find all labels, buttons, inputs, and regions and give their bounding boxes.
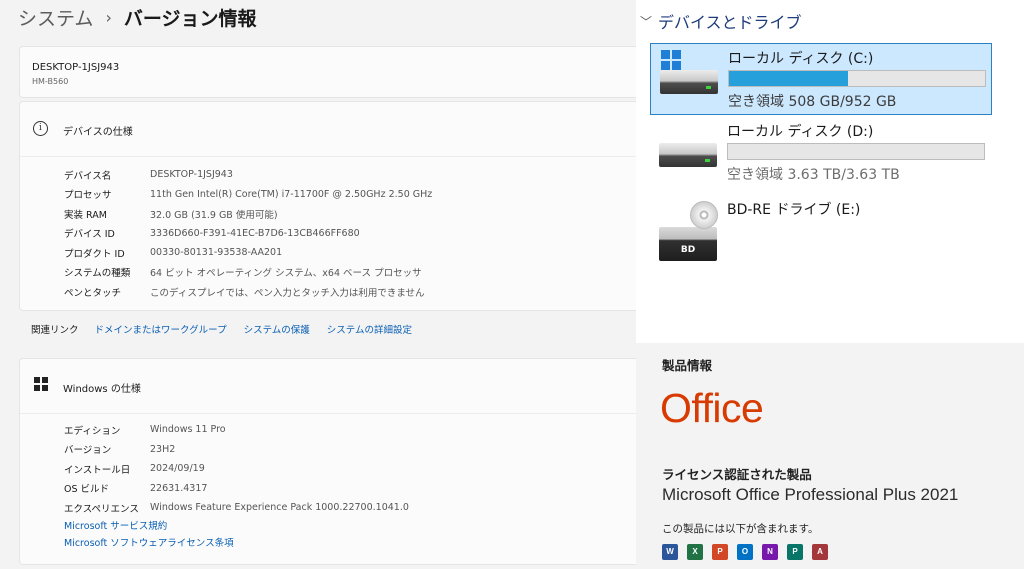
spec-row: 実装 RAM 32.0 GB (31.9 GB 使用可能) — [64, 204, 432, 224]
devices-and-drives-panel: ﹀ デバイスとドライブ ローカル ディスク (C:) 空き領域 508 GB/9… — [636, 0, 1024, 343]
device-spec-header[interactable]: i デバイスの仕様 — [20, 102, 636, 157]
spec-row: プロセッサ 11th Gen Intel(R) Core(TM) i7-11700… — [64, 185, 432, 205]
drive-free-space: 空き領域 508 GB/952 GB — [728, 94, 897, 110]
spec-label: エクスペリエンス — [64, 503, 139, 515]
drive-e[interactable]: BD BD-RE ドライブ (E:) — [650, 195, 992, 267]
spec-row: インストール日 2024/09/19 — [64, 459, 409, 479]
spec-row: エクスペリエンス Windows Feature Experience Pack … — [64, 498, 409, 518]
windows-drive-icon — [661, 50, 681, 70]
drive-name: ローカル ディスク (C:) — [728, 51, 874, 67]
spec-value: このディスプレイでは、ペン入力とタッチ入力は利用できません — [150, 287, 425, 299]
device-spec-title: デバイスの仕様 — [63, 127, 133, 138]
office-product-info-panel: 製品情報 Office ライセンス認証された製品 Microsoft Offic… — [636, 343, 1024, 569]
spec-label: プロダクト ID — [64, 248, 125, 260]
spec-row: ペンとタッチ このディスプレイでは、ペン入力とタッチ入力は利用できません — [64, 282, 432, 302]
product-info-label: 製品情報 — [662, 358, 713, 373]
domain-workgroup-link[interactable]: ドメインまたはワークグループ — [95, 322, 227, 336]
powerpoint-icon: P — [712, 544, 728, 560]
office-product-name: Microsoft Office Professional Plus 2021 — [662, 485, 959, 504]
breadcrumb: システム › バージョン情報 — [18, 4, 256, 30]
microsoft-services-agreement-link[interactable]: Microsoft サービス規約 — [64, 518, 234, 535]
spec-value: 00330-80131-93538-AA201 — [150, 247, 283, 259]
drive-d[interactable]: ローカル ディスク (D:) 空き領域 3.63 TB/3.63 TB — [650, 117, 992, 189]
spec-label: システムの種類 — [64, 268, 131, 280]
spec-label: エディション — [64, 425, 121, 437]
advanced-system-settings-link[interactable]: システムの詳細設定 — [327, 322, 412, 336]
hard-drive-icon — [659, 143, 717, 167]
access-icon: A — [812, 544, 828, 560]
includes-label: この製品には以下が含まれます。 — [662, 523, 819, 535]
windows-spec-rows: エディション Windows 11 Pro バージョン 23H2 インストール日 20… — [64, 420, 409, 518]
bd-badge: BD — [680, 245, 696, 255]
device-name: DESKTOP-1JSJ943 — [32, 62, 120, 73]
chevron-down-icon: ﹀ — [640, 14, 653, 29]
spec-value: 3336D660-F391-41EC-B7D6-13CB466FF680 — [150, 227, 360, 239]
drive-c[interactable]: ローカル ディスク (C:) 空き領域 508 GB/952 GB — [650, 43, 992, 115]
devices-drives-header[interactable]: ﹀ デバイスとドライブ — [640, 9, 802, 33]
windows-logo-icon — [34, 377, 48, 391]
word-icon: W — [662, 544, 678, 560]
licensed-product-label: ライセンス認証された製品 — [662, 467, 812, 482]
spec-label: ペンとタッチ — [64, 287, 122, 299]
spec-value: 32.0 GB (31.9 GB 使用可能) — [150, 209, 278, 221]
spec-value: 11th Gen Intel(R) Core(TM) i7-11700F @ 2… — [150, 188, 433, 200]
spec-label: デバイス名 — [64, 170, 112, 182]
device-name-card: DESKTOP-1JSJ943 HM-B560 — [19, 46, 636, 98]
spec-value: 22631.4317 — [150, 482, 208, 494]
windows-spec-header[interactable]: Windows の仕様 — [20, 359, 636, 414]
settings-about-panel: システム › バージョン情報 DESKTOP-1JSJ943 HM-B560 i… — [0, 0, 636, 569]
breadcrumb-system[interactable]: システム — [18, 4, 93, 31]
windows-spec-card: Windows の仕様 エディション Windows 11 Pro バージョン 23… — [19, 358, 636, 565]
spec-row: システムの種類 64 ビット オペレーティング システム、x64 ベース プロセッ… — [64, 263, 432, 283]
spec-label: 実装 RAM — [64, 209, 107, 221]
office-apps-list: WXPONPA — [662, 544, 837, 560]
drive-name: BD-RE ドライブ (E:) — [727, 202, 861, 218]
devices-drives-title: デバイスとドライブ — [658, 13, 802, 32]
spec-label: OS ビルド — [64, 484, 110, 496]
page-title: バージョン情報 — [123, 7, 257, 30]
spec-row: バージョン 23H2 — [64, 440, 409, 460]
spec-value: 23H2 — [150, 443, 176, 455]
spec-value: Windows Feature Experience Pack 1000.227… — [150, 502, 409, 514]
spec-value: DESKTOP-1JSJ943 — [150, 169, 233, 181]
drive-usage-bar — [727, 143, 985, 160]
hard-drive-icon — [660, 70, 718, 94]
spec-row: プロダクト ID 00330-80131-93538-AA201 — [64, 243, 432, 263]
info-icon: i — [33, 121, 48, 136]
spec-value: 2024/09/19 — [150, 463, 205, 475]
windows-spec-title: Windows の仕様 — [63, 384, 141, 395]
spec-label: デバイス ID — [64, 229, 115, 241]
outlook-icon: O — [737, 544, 753, 560]
spec-row: デバイス名 DESKTOP-1JSJ943 — [64, 165, 432, 185]
excel-icon: X — [687, 544, 703, 560]
system-protection-link[interactable]: システムの保護 — [244, 322, 310, 336]
office-logo: Office — [660, 385, 764, 431]
related-links: 関連リンク ドメインまたはワークグループ システムの保護 システムの詳細設定 — [31, 318, 429, 340]
spec-value: 64 ビット オペレーティング システム、x64 ベース プロセッサ — [150, 268, 422, 280]
spec-value: Windows 11 Pro — [150, 424, 226, 436]
spec-row: デバイス ID 3336D660-F391-41EC-B7D6-13CB466FF… — [64, 224, 432, 244]
onenote-icon: N — [762, 544, 778, 560]
related-links-label: 関連リンク — [31, 325, 79, 336]
spec-label: バージョン — [64, 445, 112, 457]
drive-name: ローカル ディスク (D:) — [727, 124, 874, 140]
device-spec-card: i デバイスの仕様 デバイス名 DESKTOP-1JSJ943 プロセッサ 11th… — [19, 101, 636, 311]
spec-label: プロセッサ — [64, 190, 112, 202]
breadcrumb-separator: › — [105, 7, 112, 27]
drive-usage-bar — [728, 70, 986, 87]
disc-icon — [690, 201, 718, 229]
publisher-icon: P — [787, 544, 803, 560]
device-spec-rows: デバイス名 DESKTOP-1JSJ943 プロセッサ 11th Gen Intel… — [64, 165, 432, 302]
windows-legal-links: Microsoft サービス規約 Microsoft ソフトウェアライセンス条項 — [64, 518, 234, 552]
drive-free-space: 空き領域 3.63 TB/3.63 TB — [727, 167, 900, 183]
spec-row: エディション Windows 11 Pro — [64, 420, 409, 440]
spec-label: インストール日 — [64, 464, 131, 476]
device-model: HM-B560 — [32, 77, 69, 86]
spec-row: OS ビルド 22631.4317 — [64, 479, 409, 499]
microsoft-license-terms-link[interactable]: Microsoft ソフトウェアライセンス条項 — [64, 535, 234, 552]
